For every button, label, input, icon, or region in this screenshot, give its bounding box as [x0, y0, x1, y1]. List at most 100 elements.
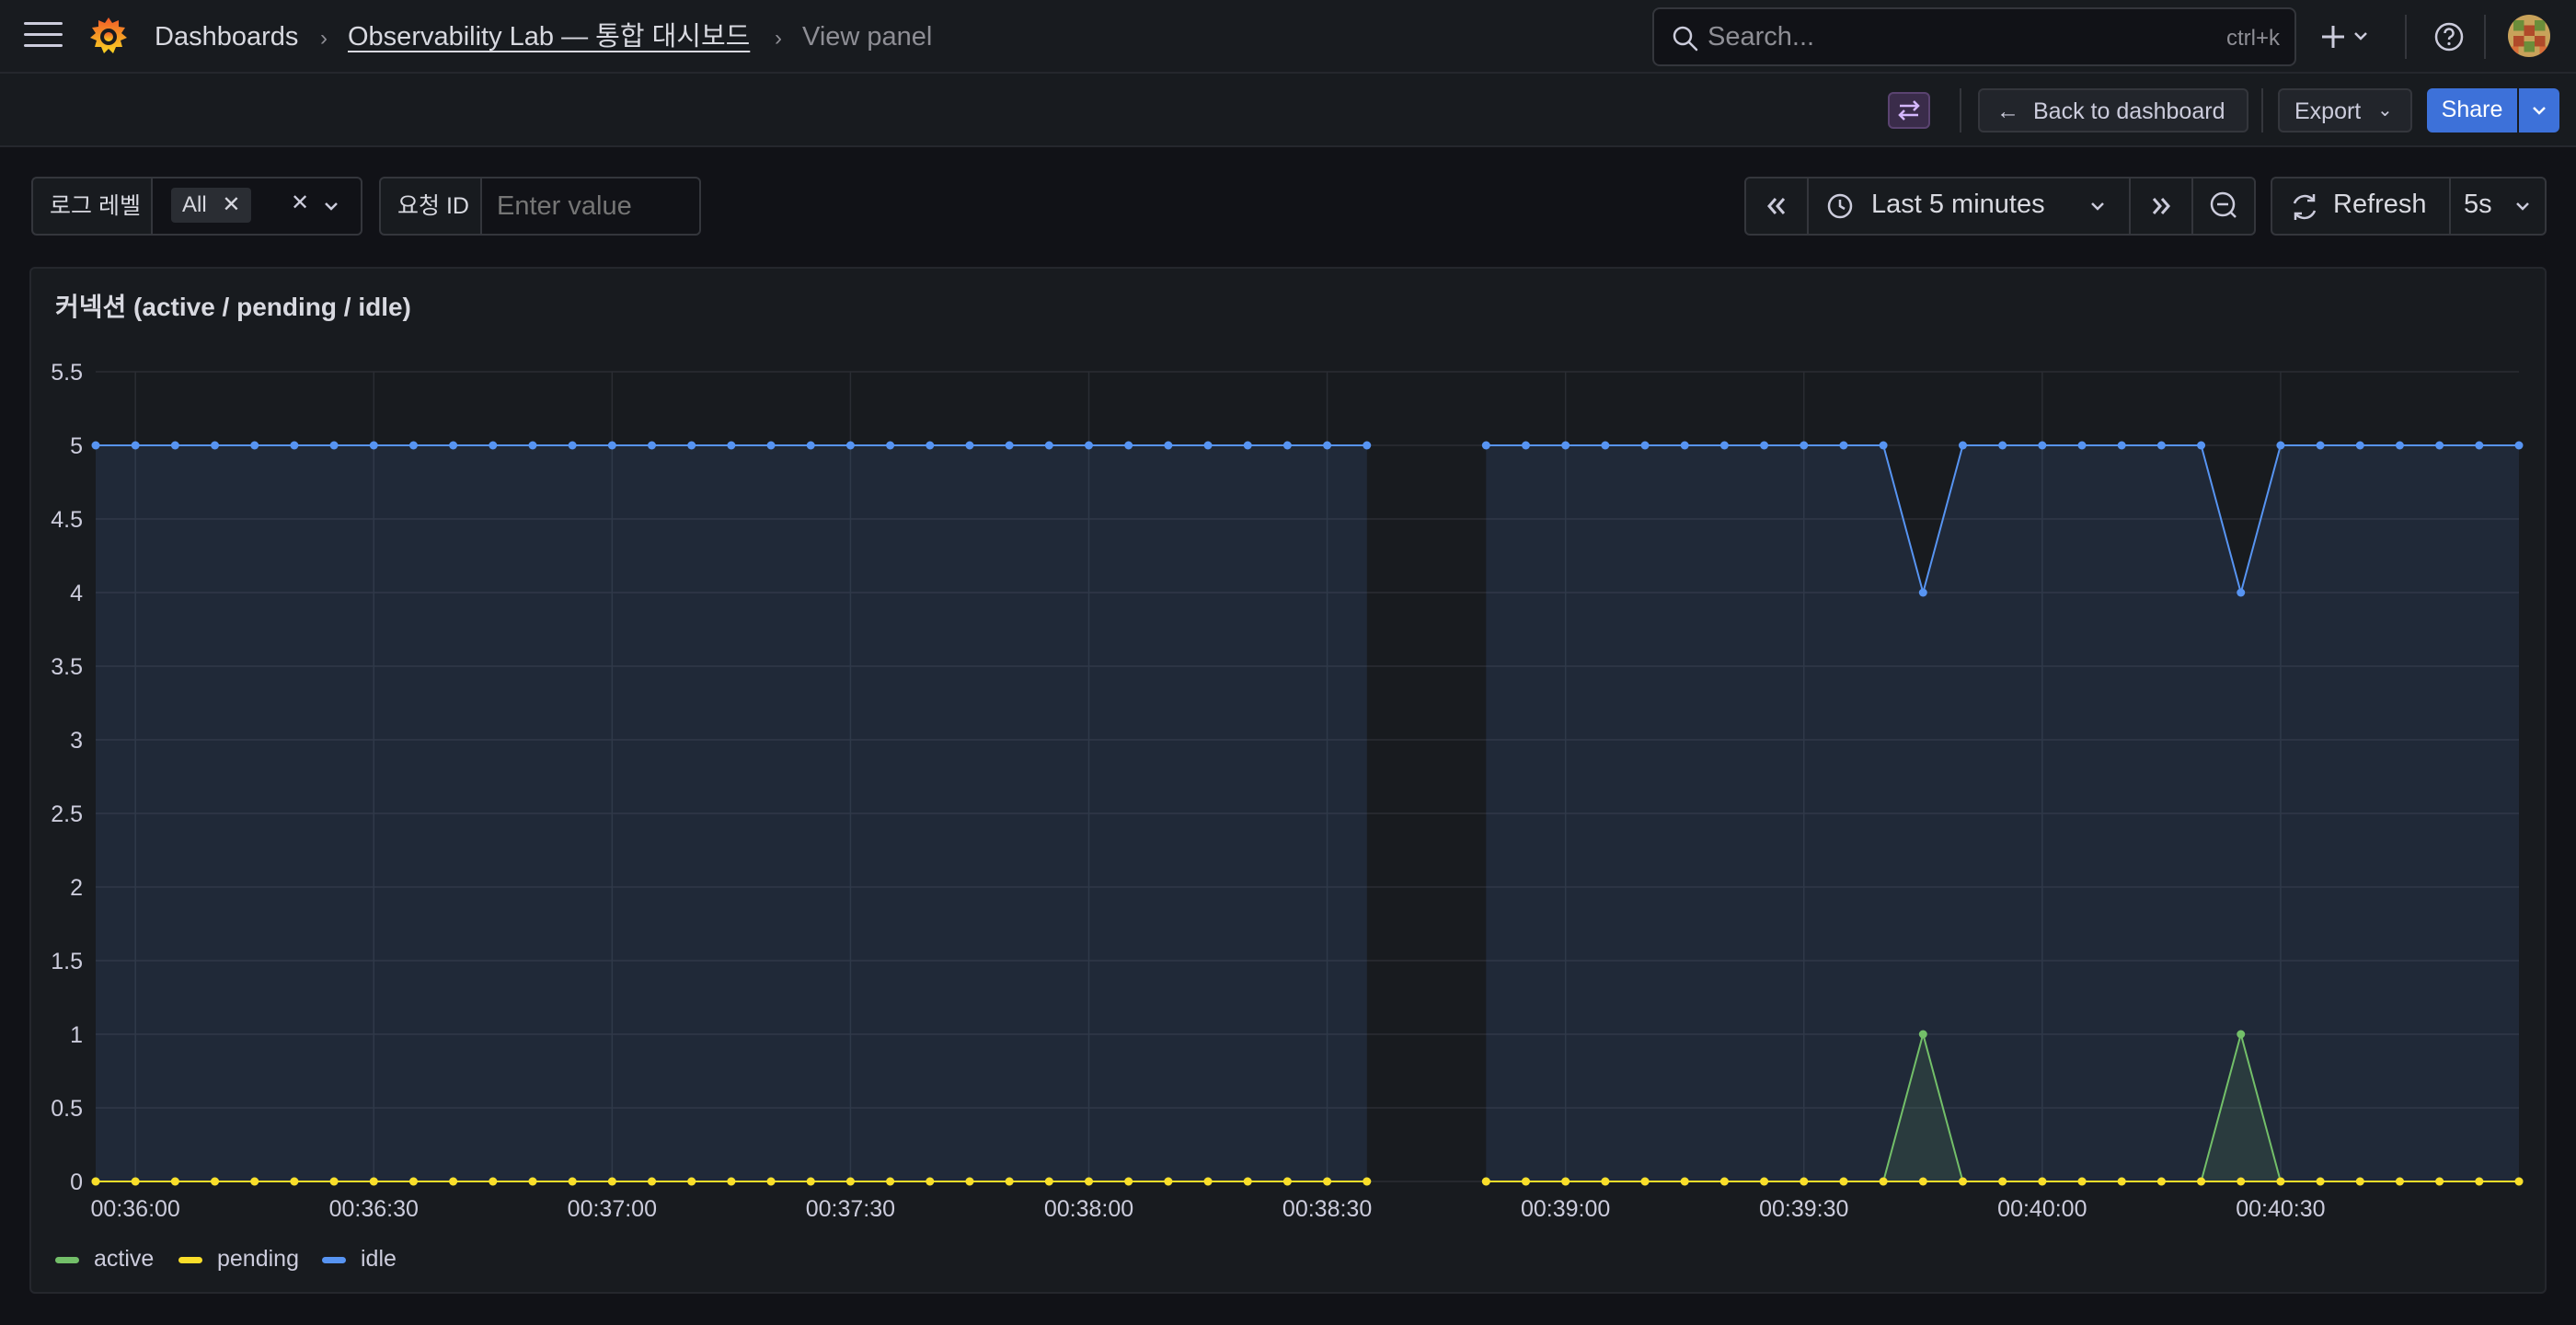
data-point-idle [766, 441, 776, 450]
data-point-active [1918, 1030, 1927, 1039]
remove-chip-icon[interactable]: ✕ [222, 192, 240, 217]
chevron-down-icon[interactable] [318, 193, 344, 219]
top-navigation-bar: Dashboards › Observability Lab — 통합 대시보드… [0, 0, 2576, 74]
back-to-dashboard-label: Back to dashboard [2033, 98, 2225, 124]
share-label: Share [2441, 97, 2503, 122]
data-point-idle [449, 441, 458, 450]
zoom-out-button[interactable] [2191, 177, 2256, 236]
x-tick-label: 00:39:30 [1759, 1196, 1848, 1222]
share-button[interactable]: Share [2427, 88, 2517, 132]
switch-panel-button[interactable] [1888, 92, 1930, 129]
data-point-pending [607, 1177, 616, 1186]
arrow-left-icon: ← [1996, 98, 2019, 124]
time-range-picker[interactable]: Last 5 minutes [1807, 177, 2131, 236]
data-point-idle [1918, 588, 1927, 597]
clear-icon[interactable]: ✕ [291, 190, 309, 216]
data-point-pending [1323, 1177, 1332, 1186]
y-tick-label: 4.5 [51, 507, 83, 533]
data-point-pending [2197, 1177, 2206, 1186]
back-to-dashboard-button[interactable]: ← Back to dashboard [1978, 88, 2248, 132]
y-tick-label: 2 [70, 875, 83, 901]
share-options-button[interactable] [2519, 88, 2559, 132]
refresh-icon [2293, 194, 2317, 220]
data-point-idle [131, 441, 140, 450]
chevrons-right-icon [2152, 198, 2170, 214]
y-tick-label: 1.5 [51, 949, 83, 974]
data-point-idle [926, 441, 935, 450]
data-point-pending [1879, 1177, 1888, 1186]
data-point-pending [250, 1177, 259, 1186]
search-icon [1673, 26, 1698, 52]
legend-label-pending: pending [217, 1246, 299, 1272]
request-id-input[interactable] [480, 177, 701, 236]
data-point-pending [1998, 1177, 2007, 1186]
data-point-idle [329, 441, 339, 450]
data-point-idle [1958, 441, 1967, 450]
refresh-button[interactable]: Refresh [2271, 177, 2451, 236]
add-new-button[interactable] [2318, 18, 2375, 55]
data-point-idle [1203, 441, 1213, 450]
data-point-pending [1839, 1177, 1848, 1186]
data-point-pending [1680, 1177, 1689, 1186]
search-input[interactable]: Search... ctrl+k [1652, 7, 2296, 66]
data-point-pending [886, 1177, 895, 1186]
data-point-idle [290, 441, 299, 450]
clock-icon [1827, 193, 1853, 219]
data-point-idle [2395, 441, 2404, 450]
export-button[interactable]: Export ⌄ [2278, 88, 2412, 132]
time-range-label: Last 5 minutes [1871, 190, 2045, 219]
data-point-idle [2355, 441, 2364, 450]
data-point-pending [1203, 1177, 1213, 1186]
time-shift-forward-button[interactable] [2129, 177, 2193, 236]
y-tick-label: 4 [70, 581, 83, 606]
user-avatar[interactable] [2508, 15, 2550, 57]
data-point-pending [211, 1177, 220, 1186]
data-point-idle [1800, 441, 1809, 450]
data-point-pending [2316, 1177, 2325, 1186]
timeseries-chart[interactable]: 0 0.5 1 1.5 2 2.5 3 3.5 4 4.5 5 5.5 00:36:00 00:36:30… [31, 269, 2548, 1296]
data-point-pending [1561, 1177, 1570, 1186]
x-tick-label: 00:38:00 [1044, 1196, 1133, 1222]
legend-item-idle[interactable]: idle [322, 1242, 397, 1275]
refresh-interval-picker[interactable]: 5s [2449, 177, 2547, 236]
y-tick-label: 5.5 [51, 360, 83, 386]
data-point-pending [1601, 1177, 1610, 1186]
data-point-pending [1719, 1177, 1729, 1186]
data-point-pending [91, 1177, 100, 1186]
data-point-pending [1085, 1177, 1094, 1186]
data-point-pending [131, 1177, 140, 1186]
data-point-idle [845, 441, 855, 450]
data-point-pending [1124, 1177, 1133, 1186]
data-point-idle [2077, 441, 2087, 450]
data-point-pending [1800, 1177, 1809, 1186]
legend-item-pending[interactable]: pending [178, 1242, 299, 1275]
grafana-logo-icon[interactable] [86, 15, 131, 59]
breadcrumb-dashboard[interactable]: Observability Lab — 통합 대시보드 [348, 20, 750, 53]
legend-item-active[interactable]: active [55, 1242, 154, 1275]
data-point-idle [607, 441, 616, 450]
zoom-out-icon [2210, 191, 2237, 218]
menu-icon[interactable] [24, 22, 63, 52]
divider [1960, 88, 1961, 132]
data-point-idle [2038, 441, 2047, 450]
data-point-idle [687, 441, 696, 450]
data-point-pending [290, 1177, 299, 1186]
data-point-idle [2435, 441, 2444, 450]
series-area-idle [1486, 445, 2519, 1181]
legend-label-idle: idle [361, 1246, 397, 1272]
x-tick-label: 00:38:30 [1282, 1196, 1372, 1222]
divider [2405, 15, 2407, 59]
x-tick-label: 00:36:30 [329, 1196, 419, 1222]
help-icon[interactable] [2432, 20, 2466, 53]
x-tick-label: 00:40:00 [1997, 1196, 2087, 1222]
divider [2484, 15, 2486, 59]
y-tick-label: 0.5 [51, 1096, 83, 1122]
data-point-pending [687, 1177, 696, 1186]
data-point-idle [408, 441, 418, 450]
breadcrumb-separator: › [775, 26, 782, 51]
data-point-pending [1481, 1177, 1490, 1186]
data-point-pending [568, 1177, 577, 1186]
log-level-chip[interactable]: All ✕ [171, 188, 252, 223]
time-shift-back-button[interactable] [1744, 177, 1809, 236]
breadcrumb-dashboards[interactable]: Dashboards [155, 20, 298, 53]
